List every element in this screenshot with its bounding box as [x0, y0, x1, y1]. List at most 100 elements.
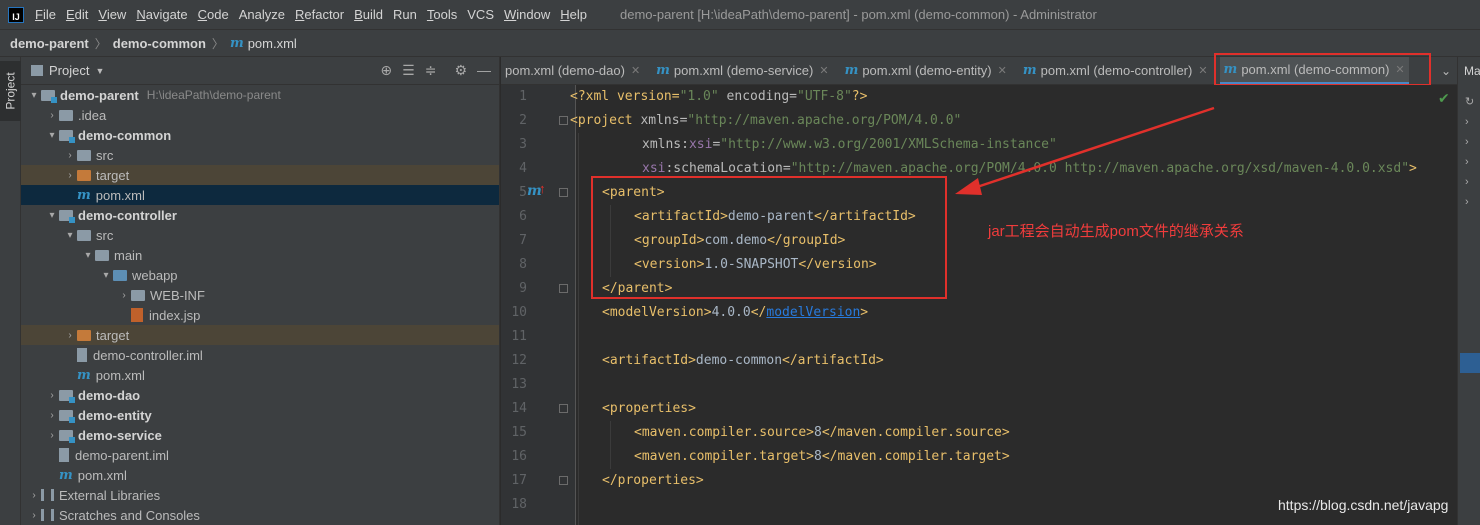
tree-item[interactable]: m pom.xml [21, 365, 499, 385]
project-panel-title[interactable]: Project [49, 63, 89, 78]
maven-m-icon: m [77, 367, 91, 383]
menu-tools[interactable]: Tools [422, 7, 462, 22]
chevron-down-icon[interactable]: ▾ [81, 250, 95, 261]
expand-all-icon[interactable]: ☰ [402, 62, 415, 79]
arrow-up-icon[interactable]: ↑ [539, 181, 546, 196]
tree-item[interactable]: ▾ src [21, 225, 499, 245]
tree-item[interactable]: index.jsp [21, 305, 499, 325]
editor-tab[interactable]: m pom.xml (demo-controller) ✕ [1019, 57, 1212, 84]
editor-tab[interactable]: m pom.xml (demo-service) ✕ [652, 57, 832, 84]
menu-navigate[interactable]: Navigate [131, 7, 192, 22]
close-icon[interactable]: ✕ [998, 64, 1007, 77]
tree-item[interactable]: › target [21, 165, 499, 185]
tree-item[interactable]: › .idea [21, 105, 499, 125]
chevron-down-icon[interactable]: ▾ [63, 230, 77, 241]
gear-icon[interactable]: ⚙ [454, 62, 467, 79]
maven-m-icon: m [229, 35, 244, 51]
chevron-right-icon[interactable]: › [1465, 172, 1474, 192]
maven-tool-tab[interactable]: Ma [1464, 64, 1480, 78]
tree-item[interactable]: › WEB-INF [21, 285, 499, 305]
chevron-down-icon[interactable]: ▾ [99, 270, 113, 281]
close-icon[interactable]: ✕ [1198, 64, 1207, 77]
tree-item[interactable]: › demo-service [21, 425, 499, 445]
chevron-right-icon[interactable]: › [1465, 152, 1474, 172]
menu-build[interactable]: Build [349, 7, 388, 22]
chevron-right-icon[interactable]: › [45, 110, 59, 121]
chevron-right-icon[interactable]: › [27, 490, 41, 501]
chevron-down-icon[interactable]: ▾ [45, 210, 59, 221]
tree-item[interactable]: m pom.xml [21, 185, 499, 205]
fold-icon[interactable] [559, 284, 568, 293]
breadcrumb-item[interactable]: demo-parent [10, 36, 89, 51]
tree-item[interactable]: › demo-entity [21, 405, 499, 425]
editor-tab-label: pom.xml (demo-dao) [505, 63, 625, 78]
chevron-down-icon[interactable]: ▾ [45, 130, 59, 141]
check-icon: ✔ [1438, 90, 1450, 106]
tree-item[interactable]: m pom.xml [21, 465, 499, 485]
chevron-right-icon[interactable]: › [1465, 192, 1474, 212]
chevron-right-icon[interactable]: › [1465, 132, 1474, 152]
tree-item[interactable]: › target [21, 325, 499, 345]
module-folder-icon [59, 429, 75, 443]
menu-vcs[interactable]: VCS [462, 7, 499, 22]
chevron-down-icon[interactable]: ▼ [95, 66, 104, 76]
chevron-right-icon[interactable]: › [45, 390, 59, 401]
code-editor[interactable]: 1 2 3 4 5 6 7 8 9 10 11 12 13 14 15 16 17 18 m ↑ <?xml ve… [501, 85, 1457, 525]
module-folder-icon [59, 409, 75, 423]
menu-window[interactable]: Window [499, 7, 555, 22]
tree-item[interactable]: › demo-dao [21, 385, 499, 405]
tree-item[interactable]: demo-controller.iml [21, 345, 499, 365]
project-icon [31, 65, 43, 76]
tree-item[interactable]: ▾ demo-parent H:\ideaPath\demo-parent [21, 85, 499, 105]
close-icon[interactable]: ✕ [819, 64, 828, 77]
refresh-icon[interactable]: ↻ [1465, 92, 1474, 112]
menu-file[interactable]: File [30, 7, 61, 22]
editor-scrollbar[interactable] [1435, 85, 1457, 525]
editor-tab[interactable]: m pom.xml (demo-entity) ✕ [841, 57, 1011, 84]
tree-item[interactable]: ▾ main [21, 245, 499, 265]
editor-tab[interactable]: pom.xml (demo-dao) ✕ [501, 57, 644, 84]
tree-item[interactable]: ▾ demo-controller [21, 205, 499, 225]
fold-icon[interactable] [559, 404, 568, 413]
chevron-right-icon[interactable]: › [63, 150, 77, 161]
chevron-right-icon[interactable]: › [1465, 112, 1474, 132]
collapse-all-icon[interactable]: ≑ [425, 62, 437, 79]
tree-item[interactable]: demo-parent.iml [21, 445, 499, 465]
chevron-right-icon[interactable]: › [117, 290, 131, 301]
project-tool-tab[interactable]: Project [0, 61, 21, 121]
tree-item[interactable]: › External Libraries [21, 485, 499, 505]
tree-item[interactable]: ▾ demo-common [21, 125, 499, 145]
line-number: 13 [511, 377, 527, 392]
chevron-right-icon[interactable]: › [45, 410, 59, 421]
chevron-right-icon[interactable]: › [63, 330, 77, 341]
project-tree: ▾ demo-parent H:\ideaPath\demo-parent › .ide… [21, 85, 499, 525]
menu-run[interactable]: Run [388, 7, 422, 22]
chevron-right-icon[interactable]: › [63, 170, 77, 181]
chevron-right-icon[interactable]: › [27, 510, 41, 521]
tree-item[interactable]: › Scratches and Consoles [21, 505, 499, 525]
tree-item-label: demo-entity [78, 407, 152, 423]
chevron-down-icon[interactable]: ⌄ [1441, 64, 1457, 78]
menu-analyze[interactable]: Analyze [234, 7, 290, 22]
chevron-down-icon[interactable]: ▾ [27, 90, 41, 101]
line-number: 18 [511, 497, 527, 512]
tree-item[interactable]: › src [21, 145, 499, 165]
fold-icon[interactable] [559, 116, 568, 125]
fold-icon[interactable] [559, 188, 568, 197]
close-icon[interactable]: ✕ [631, 64, 640, 77]
menu-view[interactable]: View [93, 7, 131, 22]
indent-guide [578, 133, 579, 525]
breadcrumb-item[interactable]: pom.xml [248, 36, 297, 51]
menu-help[interactable]: Help [555, 7, 592, 22]
fold-icon[interactable] [559, 476, 568, 485]
scratches-icon [41, 509, 54, 521]
chevron-right-icon[interactable]: › [45, 430, 59, 441]
breadcrumb-item[interactable]: demo-common [113, 36, 206, 51]
crosshair-icon[interactable]: ⊕ [380, 62, 392, 79]
menu-edit[interactable]: Edit [61, 7, 93, 22]
minimize-icon[interactable]: — [477, 62, 491, 79]
tree-item[interactable]: ▾ webapp [21, 265, 499, 285]
menu-code[interactable]: Code [193, 7, 234, 22]
module-folder-icon [59, 209, 75, 223]
menu-refactor[interactable]: Refactor [290, 7, 349, 22]
